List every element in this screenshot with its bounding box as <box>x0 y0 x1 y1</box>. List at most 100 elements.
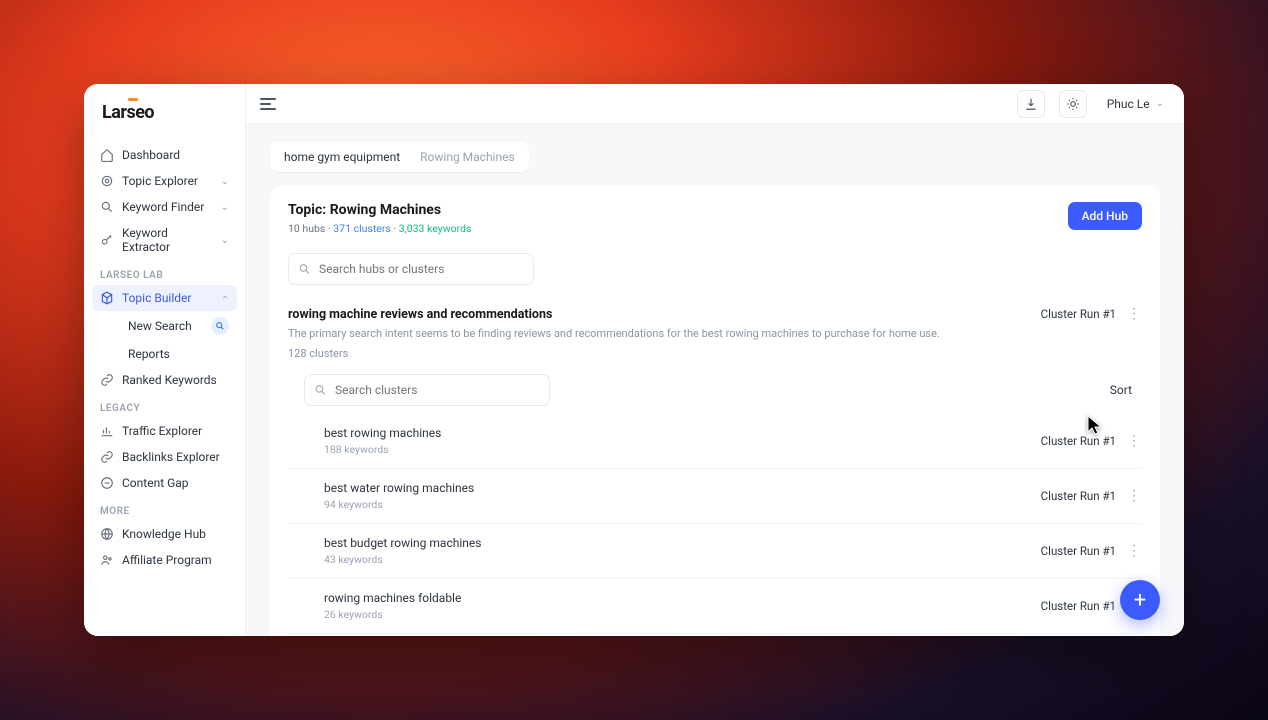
topic-builder-submenu: New Search Reports <box>92 311 237 367</box>
target-icon <box>100 174 114 188</box>
sidebar-item-traffic-explorer[interactable]: Traffic Explorer <box>92 418 237 444</box>
content-scroll[interactable]: home gym equipment Rowing Machines Topic… <box>246 124 1184 636</box>
cluster-title: best budget rowing machines <box>324 536 1041 550</box>
topic-title: Topic: Rowing Machines <box>288 202 471 218</box>
search-icon <box>298 263 311 276</box>
download-icon <box>1024 97 1038 111</box>
topbar-right: Phuc Le ⌄ <box>1017 90 1170 118</box>
cluster-search <box>304 374 550 406</box>
hub-cluster-run: Cluster Run #1 <box>1041 307 1116 321</box>
cluster-search-input[interactable] <box>304 374 550 406</box>
user-menu-button[interactable]: Phuc Le ⌄ <box>1101 93 1170 115</box>
search-icon <box>314 384 327 397</box>
app-window: Larseo Dashboard Topic Explorer ⌄ Keywor… <box>84 84 1184 636</box>
hub-description: The primary search intent seems to be fi… <box>288 326 1041 341</box>
sidebar-item-knowledge-hub[interactable]: Knowledge Hub <box>92 521 237 547</box>
main-area: Phuc Le ⌄ home gym equipment Rowing Mach… <box>246 84 1184 636</box>
cluster-row[interactable]: best budget rowing machines 43 keywords … <box>288 523 1142 578</box>
sidebar-item-keyword-finder[interactable]: Keyword Finder ⌄ <box>92 194 237 220</box>
cluster-run-label: Cluster Run #1 <box>1041 599 1116 613</box>
sidebar-item-label: Reports <box>128 347 170 361</box>
search-badge-icon <box>211 317 229 335</box>
stat-hubs: 10 hubs <box>288 222 325 235</box>
topic-header: Topic: Rowing Machines 10 hubs · 371 clu… <box>288 202 1142 235</box>
hub-section: rowing machine reviews and recommendatio… <box>288 307 1142 636</box>
sidebar-item-backlinks-explorer[interactable]: Backlinks Explorer <box>92 444 237 470</box>
key-icon <box>100 233 114 247</box>
breadcrumb: home gym equipment Rowing Machines <box>270 142 529 172</box>
breadcrumb-leaf[interactable]: Rowing Machines <box>420 150 515 164</box>
gap-icon <box>100 476 114 490</box>
home-icon <box>100 148 114 162</box>
users-icon <box>100 553 114 567</box>
cluster-more-button[interactable]: ⋮ <box>1126 434 1142 448</box>
sidebar-item-reports[interactable]: Reports <box>120 341 237 367</box>
sidebar-item-label: Topic Builder <box>122 291 191 305</box>
sidebar-item-label: Backlinks Explorer <box>122 450 220 464</box>
cluster-row[interactable]: best water rowing machines 94 keywords C… <box>288 468 1142 523</box>
hub-title: rowing machine reviews and recommendatio… <box>288 307 1041 322</box>
topic-stats: 10 hubs · 371 clusters · 3,033 keywords <box>288 222 471 235</box>
sidebar-item-ranked-keywords[interactable]: Ranked Keywords <box>92 367 237 393</box>
hub-cluster-count: 128 clusters <box>288 347 1041 360</box>
cluster-more-button[interactable]: ⋮ <box>1126 489 1142 503</box>
menu-toggle-button[interactable] <box>260 98 276 110</box>
cluster-more-button[interactable]: ⋮ <box>1126 544 1142 558</box>
cluster-keyword-count: 43 keywords <box>324 553 1041 566</box>
cluster-row[interactable]: best rowing machines 188 keywords Cluste… <box>288 414 1142 468</box>
cluster-title: best water rowing machines <box>324 481 1041 495</box>
link-icon <box>100 373 114 387</box>
sidebar-item-label: Traffic Explorer <box>122 424 202 438</box>
cluster-title: rowing machines foldable <box>324 591 1041 605</box>
cluster-row[interactable]: older rowing machines <box>288 633 1142 636</box>
sidebar-item-content-gap[interactable]: Content Gap <box>92 470 237 496</box>
hub-info: rowing machine reviews and recommendatio… <box>288 307 1041 360</box>
nav-section-more: MORE <box>92 496 237 521</box>
sidebar-item-new-search[interactable]: New Search <box>120 311 237 341</box>
chart-icon <box>100 424 114 438</box>
add-hub-button[interactable]: Add Hub <box>1068 202 1142 230</box>
sidebar: Larseo Dashboard Topic Explorer ⌄ Keywor… <box>84 84 246 636</box>
nav-section-legacy: LEGACY <box>92 393 237 418</box>
chevron-up-icon: ⌄ <box>221 293 229 304</box>
sidebar-item-affiliate-program[interactable]: Affiliate Program <box>92 547 237 573</box>
sidebar-item-label: Content Gap <box>122 476 189 490</box>
topic-card: Topic: Rowing Machines 10 hubs · 371 clu… <box>270 186 1160 636</box>
chevron-down-icon: ⌄ <box>221 176 229 187</box>
cluster-list: best rowing machines 188 keywords Cluste… <box>288 414 1142 636</box>
hub-search-input[interactable] <box>288 253 534 285</box>
sidebar-item-label: Keyword Extractor <box>122 226 213 254</box>
stat-keywords: 3,033 keywords <box>399 222 472 235</box>
sidebar-item-label: Affiliate Program <box>122 553 212 567</box>
hub-more-button[interactable]: ⋮ <box>1126 307 1142 321</box>
breadcrumb-root[interactable]: home gym equipment <box>284 150 400 164</box>
download-button[interactable] <box>1017 90 1045 118</box>
nav-section-lab: LARSEO LAB <box>92 260 237 285</box>
sidebar-item-topic-explorer[interactable]: Topic Explorer ⌄ <box>92 168 237 194</box>
logo: Larseo <box>84 92 245 132</box>
hub-header: rowing machine reviews and recommendatio… <box>288 307 1142 360</box>
topic-info: Topic: Rowing Machines 10 hubs · 371 clu… <box>288 202 471 235</box>
link-icon <box>100 450 114 464</box>
topbar: Phuc Le ⌄ <box>246 84 1184 124</box>
cluster-run-label: Cluster Run #1 <box>1041 489 1116 503</box>
globe-icon <box>100 527 114 541</box>
chevron-down-icon: ⌄ <box>1156 98 1164 109</box>
sidebar-item-topic-builder[interactable]: Topic Builder ⌄ <box>92 285 237 311</box>
sidebar-item-label: Knowledge Hub <box>122 527 206 541</box>
cluster-run-label: Cluster Run #1 <box>1041 434 1116 448</box>
cube-icon <box>100 291 114 305</box>
hub-search <box>288 253 534 285</box>
sidebar-item-keyword-extractor[interactable]: Keyword Extractor ⌄ <box>92 220 237 260</box>
cluster-row[interactable]: rowing machines foldable 26 keywords Clu… <box>288 578 1142 633</box>
theme-toggle-button[interactable] <box>1059 90 1087 118</box>
sidebar-item-dashboard[interactable]: Dashboard <box>92 142 237 168</box>
cluster-tools: Sort <box>288 374 1142 406</box>
sidebar-item-label: Topic Explorer <box>122 174 198 188</box>
cluster-title: best rowing machines <box>324 426 1041 440</box>
sort-button[interactable]: Sort <box>1100 377 1142 403</box>
fab-add-button[interactable]: + <box>1120 580 1160 620</box>
sun-icon <box>1066 97 1080 111</box>
cluster-keyword-count: 188 keywords <box>324 443 1041 456</box>
sidebar-item-label: Ranked Keywords <box>122 373 217 387</box>
